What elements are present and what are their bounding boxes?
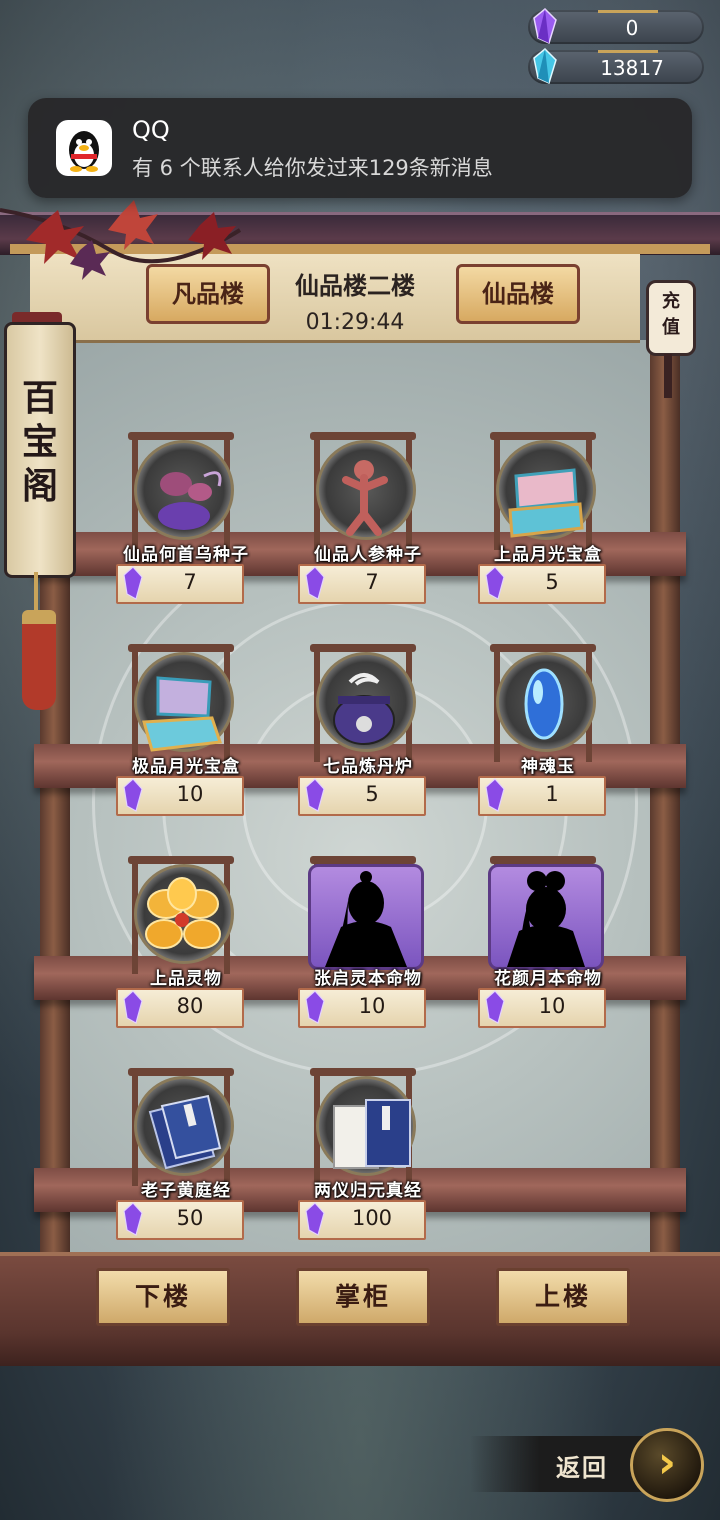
cabinet-post-right	[650, 300, 680, 1320]
item-price: 50	[116, 1200, 244, 1240]
item-price: 1	[478, 776, 606, 816]
back-label[interactable]: 返回	[556, 1448, 608, 1483]
scripture-book-icon	[333, 1099, 411, 1169]
character-portrait	[488, 864, 604, 970]
female-silhouette-icon	[507, 871, 585, 967]
male-silhouette-icon	[325, 871, 407, 967]
item-price-value: 10	[358, 994, 386, 1018]
item-name: 张启灵本命物	[314, 969, 422, 989]
blue-crystal-icon	[533, 48, 557, 84]
item-price: 7	[116, 564, 244, 604]
item-price-value: 7	[183, 570, 197, 594]
item-name: 花颜月本命物	[494, 969, 602, 989]
character-portrait	[308, 864, 424, 970]
item-price-value: 80	[176, 994, 204, 1018]
currency-bar	[598, 10, 658, 13]
item-price: 10	[116, 776, 244, 816]
item-price: 10	[298, 988, 426, 1028]
item-price-value: 7	[365, 570, 379, 594]
scroll-title: 百宝阁	[21, 378, 58, 507]
tassel-rope	[34, 572, 38, 612]
qq-penguin-icon	[56, 120, 112, 176]
shop-item[interactable]: 张启灵本命物 10	[288, 856, 448, 1036]
recharge-button[interactable]: 充值	[646, 280, 696, 356]
tab-immortal-floor[interactable]: 仙品楼	[456, 264, 580, 324]
shop-item[interactable]: 上品月光宝盒 5	[468, 432, 628, 612]
item-name: 极品月光宝盒	[132, 757, 240, 777]
tab-ordinary-floor[interactable]: 凡品楼	[146, 264, 270, 324]
currency-purple[interactable]: 0	[528, 8, 704, 44]
item-name: 上品月光宝盒	[494, 545, 602, 565]
shop-item[interactable]: 花颜月本命物 10	[468, 856, 628, 1036]
item-name: 神魂玉	[521, 757, 575, 777]
item-price-value: 10	[538, 994, 566, 1018]
shopkeeper-button[interactable]: 掌柜	[296, 1268, 430, 1326]
shop-item[interactable]: 极品月光宝盒 10	[106, 644, 266, 824]
item-price: 10	[478, 988, 606, 1028]
go-downstairs-button[interactable]: 下楼	[96, 1268, 230, 1326]
item-price-value: 50	[176, 1206, 204, 1230]
chevron-right-icon: ›	[657, 1437, 677, 1488]
item-price-value: 5	[545, 570, 559, 594]
item-name: 上品灵物	[150, 969, 222, 989]
item-price: 100	[298, 1200, 426, 1240]
fleeceflower-seed-icon	[158, 471, 222, 530]
item-name: 七品炼丹炉	[323, 757, 413, 777]
shop-item[interactable]: 两仪归元真经 100	[288, 1068, 448, 1248]
back-button[interactable]: ›	[630, 1428, 704, 1502]
shop-item[interactable]: 老子黄庭经 50	[106, 1068, 266, 1248]
item-name: 仙品何首乌种子	[123, 545, 249, 565]
scripture-book-icon	[148, 1094, 222, 1170]
system-notification[interactable]: QQ 有 6 个联系人给你发过来129条新消息	[28, 98, 692, 198]
shop-item[interactable]: 七品炼丹炉 5	[288, 644, 448, 824]
refresh-timer: 01:29:44	[305, 310, 405, 335]
shop-item[interactable]: 上品灵物 80	[106, 856, 266, 1036]
moonlight-box-icon	[508, 468, 584, 538]
go-upstairs-button[interactable]: 上楼	[496, 1268, 630, 1326]
floor-title: 仙品楼二楼	[295, 272, 415, 300]
notification-message: 有 6 个联系人给你发过来129条新消息	[132, 156, 493, 180]
shop-item[interactable]: 神魂玉 1	[468, 644, 628, 824]
shop-item[interactable]: 仙品人参种子 7	[288, 432, 448, 612]
recharge-label: 充值	[662, 291, 680, 338]
item-price: 7	[298, 564, 426, 604]
currency-value: 0	[625, 16, 639, 40]
moonlight-box-icon	[142, 676, 223, 752]
item-price: 80	[116, 988, 244, 1028]
item-price: 5	[478, 564, 606, 604]
item-price-value: 10	[176, 782, 204, 806]
item-name: 两仪归元真经	[314, 1181, 422, 1201]
purple-crystal-icon	[533, 8, 557, 44]
item-name: 老子黄庭经	[141, 1181, 231, 1201]
currency-value: 13817	[600, 56, 664, 80]
item-price: 5	[298, 776, 426, 816]
currency-bar	[598, 50, 658, 53]
lantern-rope	[664, 354, 672, 398]
item-name: 仙品人参种子	[314, 545, 422, 565]
tassel	[22, 610, 56, 710]
item-price-value: 100	[351, 1206, 393, 1230]
currency-blue[interactable]: 13817	[528, 48, 704, 84]
shop-item[interactable]: 仙品何首乌种子 7	[106, 432, 266, 612]
alchemy-furnace-icon	[333, 673, 395, 745]
item-price-value: 5	[365, 782, 379, 806]
side-scroll: 百宝阁	[4, 322, 76, 578]
soul-jade-icon	[524, 668, 564, 740]
notification-app-name: QQ	[132, 116, 170, 144]
ginseng-seed-icon	[342, 460, 388, 536]
item-price-value: 1	[545, 782, 559, 806]
spirit-flower-icon	[145, 877, 221, 949]
